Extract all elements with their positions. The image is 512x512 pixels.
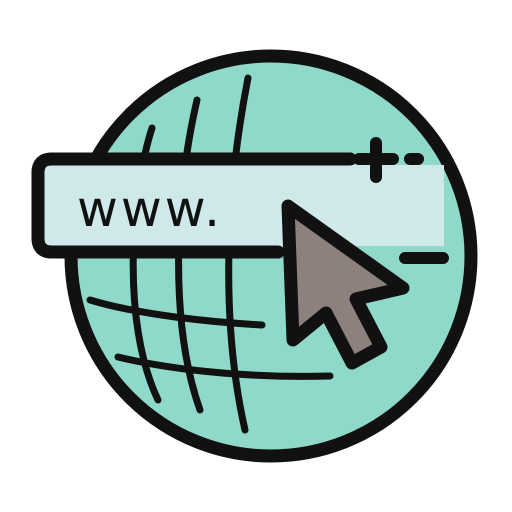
- web-address-icon: www.: [31, 49, 478, 463]
- web-icon-canvas: www.: [0, 0, 512, 512]
- url-text: www.: [77, 180, 223, 238]
- address-bar: www.: [31, 137, 449, 264]
